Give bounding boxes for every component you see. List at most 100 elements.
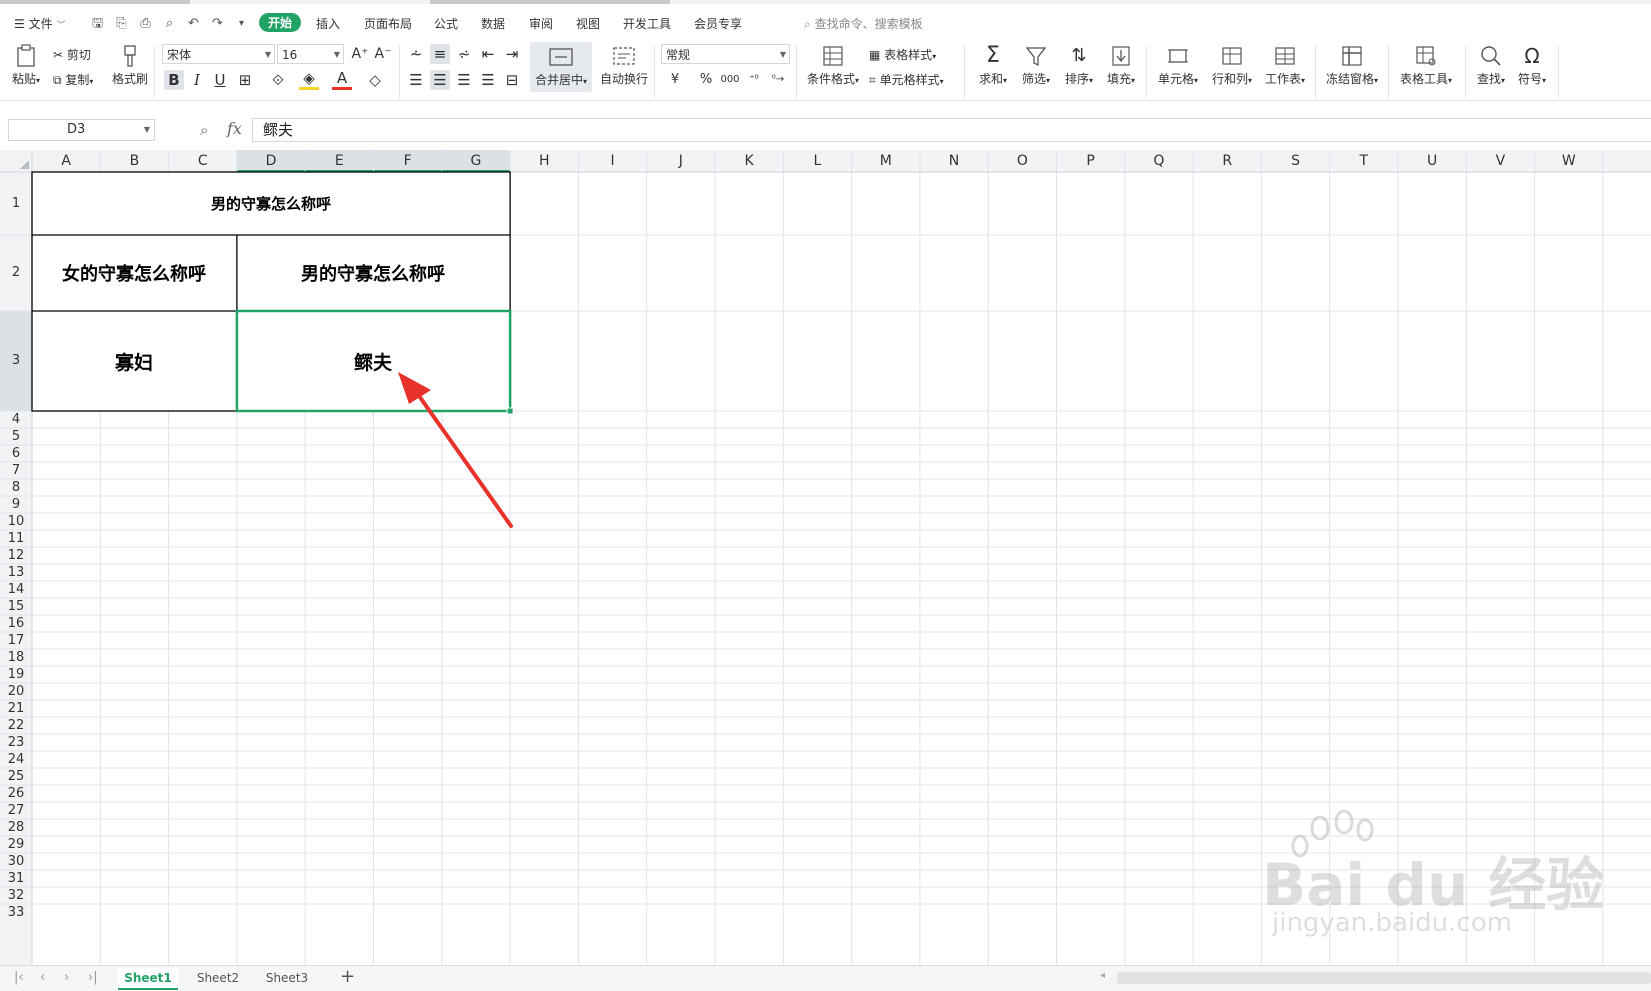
scroll-left-icon[interactable]: ◂: [1100, 970, 1105, 981]
row-header-22[interactable]: 22: [0, 717, 32, 734]
tab-home[interactable]: 开始: [259, 13, 302, 32]
wrap-text-button[interactable]: 自动换行: [598, 44, 650, 87]
thousands-button[interactable]: 000: [720, 70, 740, 90]
export-pdf-icon[interactable]: ⎘: [114, 16, 129, 31]
row-header-27[interactable]: 27: [0, 802, 32, 819]
horizontal-scrollbar[interactable]: [1117, 972, 1651, 984]
tab-page-layout[interactable]: 页面布局: [364, 15, 412, 32]
row-header-20[interactable]: 20: [0, 683, 32, 700]
row-header-8[interactable]: 8: [0, 479, 32, 496]
increase-font-icon[interactable]: A⁺: [350, 44, 370, 64]
row-header-28[interactable]: 28: [0, 819, 32, 836]
align-bottom-icon[interactable]: ⩫: [454, 44, 474, 64]
prev-sheet-icon[interactable]: ‹: [40, 970, 45, 985]
print-preview-icon[interactable]: ⌕: [162, 16, 177, 31]
align-left-icon[interactable]: ☰: [406, 70, 426, 90]
sum-button[interactable]: Σ 求和▾: [974, 44, 1012, 87]
font-size-select[interactable]: 16 ▼: [277, 44, 344, 64]
first-sheet-icon[interactable]: |‹: [14, 970, 24, 985]
column-header-r[interactable]: R: [1193, 150, 1261, 172]
row-header-3[interactable]: 3: [0, 311, 32, 411]
bold-icon[interactable]: B: [164, 70, 184, 90]
column-header-a[interactable]: A: [32, 150, 100, 172]
tab-formulas[interactable]: 公式: [434, 15, 458, 32]
row-header-2[interactable]: 2: [0, 235, 32, 311]
merge-center-button[interactable]: 合并居中▾: [530, 42, 592, 92]
add-sheet-icon[interactable]: +: [340, 966, 355, 987]
align-middle-icon[interactable]: ≡: [430, 44, 450, 64]
row-header-16[interactable]: 16: [0, 615, 32, 632]
font-color-icon[interactable]: A: [332, 70, 352, 90]
justify-icon[interactable]: ☰: [478, 70, 498, 90]
value-cell-left[interactable]: 寡妇: [32, 311, 236, 411]
row-header-21[interactable]: 21: [0, 700, 32, 717]
fill-button[interactable]: 填充▾: [1102, 44, 1140, 87]
name-box[interactable]: D3 ▼: [8, 119, 155, 141]
column-header-v[interactable]: V: [1466, 150, 1534, 172]
row-header-13[interactable]: 13: [0, 564, 32, 581]
row-header-5[interactable]: 5: [0, 428, 32, 445]
clear-icon[interactable]: ◇: [365, 70, 385, 90]
currency-button[interactable]: ¥: [665, 70, 685, 90]
align-top-icon[interactable]: ⩪: [406, 44, 426, 64]
column-header-n[interactable]: N: [920, 150, 988, 172]
merged-title-cell[interactable]: 男的守寡怎么称呼: [32, 172, 510, 235]
font-name-select[interactable]: 宋体 ▼: [162, 44, 275, 64]
row-header-23[interactable]: 23: [0, 734, 32, 751]
erase-format-icon[interactable]: ⟐: [268, 70, 288, 90]
decrease-indent-icon[interactable]: ⇤: [478, 44, 498, 64]
customize-toolbar-icon[interactable]: ▾: [234, 16, 249, 31]
align-right-icon[interactable]: ☰: [454, 70, 474, 90]
border-icon[interactable]: ⊞: [235, 70, 255, 90]
column-header-h[interactable]: H: [510, 150, 578, 172]
row-header-30[interactable]: 30: [0, 853, 32, 870]
column-header-i[interactable]: I: [578, 150, 646, 172]
align-center-icon[interactable]: ☰: [430, 70, 450, 90]
formula-input[interactable]: 鳏夫: [252, 118, 1651, 142]
next-sheet-icon[interactable]: ›: [64, 970, 69, 985]
zoom-formula-icon[interactable]: ⌕: [200, 121, 208, 139]
insert-function-icon[interactable]: fx: [227, 119, 242, 138]
row-header-32[interactable]: 32: [0, 887, 32, 904]
increase-decimal-icon[interactable]: ⁺⁰: [744, 70, 764, 90]
column-header-c[interactable]: C: [169, 150, 237, 172]
column-header-w[interactable]: W: [1535, 150, 1603, 172]
row-header-17[interactable]: 17: [0, 632, 32, 649]
column-header-l[interactable]: L: [783, 150, 851, 172]
italic-icon[interactable]: I: [187, 70, 207, 90]
column-header-m[interactable]: M: [852, 150, 920, 172]
column-header-u[interactable]: U: [1398, 150, 1466, 172]
row-header-1[interactable]: 1: [0, 172, 32, 235]
row-header-6[interactable]: 6: [0, 445, 32, 462]
row-header-33[interactable]: 33: [0, 904, 32, 921]
column-header-p[interactable]: P: [1057, 150, 1125, 172]
row-header-7[interactable]: 7: [0, 462, 32, 479]
copy-button[interactable]: ⧉ 复制▾: [53, 71, 93, 88]
redo-icon[interactable]: ↷: [210, 16, 225, 31]
column-header-j[interactable]: J: [647, 150, 715, 172]
row-header-25[interactable]: 25: [0, 768, 32, 785]
column-header-e[interactable]: E: [305, 150, 373, 172]
column-header-k[interactable]: K: [715, 150, 783, 172]
column-header-g[interactable]: G: [442, 150, 510, 172]
sheet-tab-sheet2[interactable]: Sheet2: [188, 968, 248, 988]
worksheet-button[interactable]: 工作表▾: [1262, 44, 1308, 87]
row-header-14[interactable]: 14: [0, 581, 32, 598]
print-icon[interactable]: ⎙: [138, 16, 153, 31]
save-icon[interactable]: 🖫: [90, 16, 105, 31]
column-header-t[interactable]: T: [1330, 150, 1398, 172]
underline-icon[interactable]: U: [210, 70, 230, 90]
row-header-19[interactable]: 19: [0, 666, 32, 683]
cell-style-button[interactable]: ⌗ 单元格样式▾: [869, 71, 944, 88]
table-style-button[interactable]: ▦ 表格样式▾: [869, 46, 936, 63]
last-sheet-icon[interactable]: ›|: [88, 970, 98, 985]
fill-color-icon[interactable]: ◈: [299, 70, 319, 90]
tab-review[interactable]: 审阅: [529, 15, 553, 32]
distribute-icon[interactable]: ⊟: [502, 70, 522, 90]
percent-button[interactable]: %: [696, 70, 716, 90]
row-header-10[interactable]: 10: [0, 513, 32, 530]
row-header-12[interactable]: 12: [0, 547, 32, 564]
cells-button[interactable]: 单元格▾: [1155, 44, 1201, 87]
sort-button[interactable]: ⇅ 排序▾: [1060, 44, 1098, 87]
file-menu[interactable]: ☰ 文件 ﹀: [14, 15, 65, 32]
